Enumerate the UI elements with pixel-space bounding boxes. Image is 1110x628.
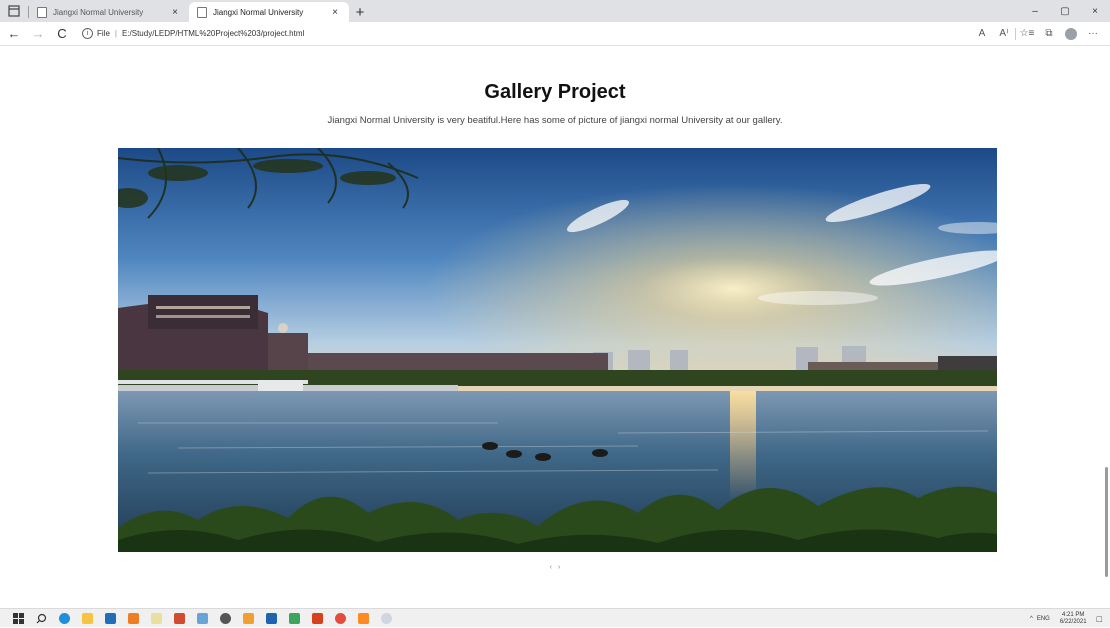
windows-start-icon[interactable] [8, 609, 28, 628]
immersive-reader-icon[interactable]: A⁾ [993, 24, 1015, 44]
more-options-icon[interactable]: ··· [1082, 24, 1104, 44]
mail-icon[interactable] [100, 609, 120, 628]
settings-icon[interactable] [215, 609, 235, 628]
app-orange-icon[interactable] [353, 609, 373, 628]
favorites-icon[interactable]: ☆≡ [1016, 24, 1038, 44]
window-controls: – ▢ × [1020, 0, 1110, 22]
office-icon[interactable] [238, 609, 258, 628]
tab-strip: Jiangxi Normal University × Jiangxi Norm… [0, 0, 1110, 22]
tab-active[interactable]: Jiangxi Normal University × [189, 2, 349, 22]
address-separator: | [114, 29, 117, 38]
maximize-button[interactable]: ▢ [1050, 0, 1080, 22]
outlook-icon[interactable] [261, 609, 281, 628]
minimize-button[interactable]: – [1020, 0, 1050, 22]
search-icon[interactable] [31, 609, 51, 628]
profile-avatar[interactable] [1065, 27, 1077, 40]
chrome-icon[interactable] [330, 609, 350, 628]
reload-button[interactable]: C [52, 24, 72, 44]
page-scrollbar[interactable] [1105, 467, 1108, 577]
tab-inactive[interactable]: Jiangxi Normal University × [29, 2, 189, 22]
read-aloud-icon[interactable]: A [971, 24, 993, 44]
app-icon[interactable] [169, 609, 189, 628]
office-red-icon[interactable] [307, 609, 327, 628]
campus-lake-photo [118, 148, 997, 552]
windows-taskbar: ^ ENG 4:21 PM 6/22/2021 □ [0, 608, 1110, 627]
language-indicator[interactable]: ENG [1037, 616, 1050, 622]
page-subtitle: Jiangxi Normal University is very beatif… [327, 115, 783, 126]
clock-date: 6/22/2021 [1059, 618, 1087, 625]
carousel-next-button[interactable]: › [558, 564, 560, 571]
tab-close-icon[interactable]: × [329, 7, 341, 18]
page-title: Gallery Project [484, 81, 626, 103]
app-cloud-icon[interactable] [376, 609, 396, 628]
edge-icon[interactable] [54, 609, 74, 628]
address-bar[interactable]: i File | E:/Study/LEDP/HTML%20Project%20… [82, 24, 971, 44]
notifications-icon[interactable]: □ [1097, 614, 1102, 624]
sublime-icon[interactable] [123, 609, 143, 628]
page-icon [197, 6, 207, 18]
notepad-icon[interactable] [146, 609, 166, 628]
system-tray: ^ ENG 4:21 PM 6/22/2021 □ [1026, 609, 1110, 628]
carousel-prev-button[interactable]: ‹ [550, 564, 552, 571]
tab-title: Jiangxi Normal University [53, 7, 144, 17]
tab-title: Jiangxi Normal University [213, 7, 304, 17]
new-tab-button[interactable]: + [349, 2, 371, 22]
app-green-icon[interactable] [284, 609, 304, 628]
tab-close-icon[interactable]: × [169, 7, 181, 18]
info-icon[interactable]: i [82, 28, 93, 39]
page-icon [37, 6, 47, 18]
clock[interactable]: 4:21 PM 6/22/2021 [1056, 612, 1087, 626]
file-explorer-icon[interactable] [77, 609, 97, 628]
tab-actions-icon[interactable] [0, 0, 28, 22]
gallery-hero-image [118, 148, 997, 552]
clock-time: 4:21 PM [1062, 611, 1085, 618]
tray-chevron-icon[interactable]: ^ [1030, 616, 1033, 622]
carousel-controls: ‹ › [0, 564, 1110, 571]
back-button[interactable]: ← [4, 24, 24, 44]
collections-icon[interactable]: ⧉ [1038, 24, 1060, 44]
address-scheme-label: File [97, 29, 110, 38]
forward-button[interactable]: → [28, 24, 48, 44]
browser-toolbar: ← → C i File | E:/Study/LEDP/HTML%20Proj… [0, 22, 1110, 46]
close-window-button[interactable]: × [1080, 0, 1110, 22]
page-viewport: Gallery Project Jiangxi Normal Universit… [0, 47, 1110, 608]
address-url[interactable]: E:/Study/LEDP/HTML%20Project%203/project… [122, 29, 304, 38]
toolbar-actions: A A⁾ ☆≡ ⧉ ··· [971, 24, 1104, 44]
paint-icon[interactable] [192, 609, 212, 628]
